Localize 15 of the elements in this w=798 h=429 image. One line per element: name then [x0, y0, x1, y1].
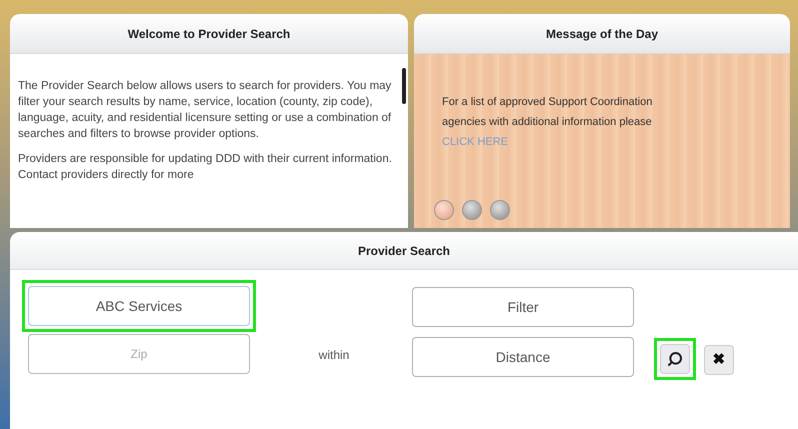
zip-field[interactable]: Zip [28, 334, 250, 374]
distance-dropdown[interactable]: Distance [412, 337, 634, 377]
message-text: For a list of approved Support Coordination agencies with additional information please CLICK HERE [442, 95, 654, 150]
clear-button[interactable]: ✖ [704, 345, 734, 375]
scrollbar-thumb[interactable] [402, 68, 406, 104]
search-button[interactable] [660, 344, 690, 374]
panel-title: Welcome to Provider Search [128, 26, 290, 42]
intro-paragraph: The Provider Search below allows users to search for providers. You may filter your search results by name, service, location (county, zip code), language, acuity, and residential licensure setting or use a combination of searches and filters to browse provider options. [18, 79, 392, 142]
panel-title: Message of the Day [546, 26, 658, 42]
name-field[interactable]: ABC Services [28, 286, 250, 326]
filter-dropdown[interactable]: Filter [412, 287, 634, 327]
within-label: within [318, 347, 350, 364]
panel-title: Provider Search [358, 242, 450, 260]
search-icon [667, 351, 683, 367]
intro-paragraph: Providers are responsible for updating DDD with their current information. Contact providers directly for more [18, 152, 393, 183]
